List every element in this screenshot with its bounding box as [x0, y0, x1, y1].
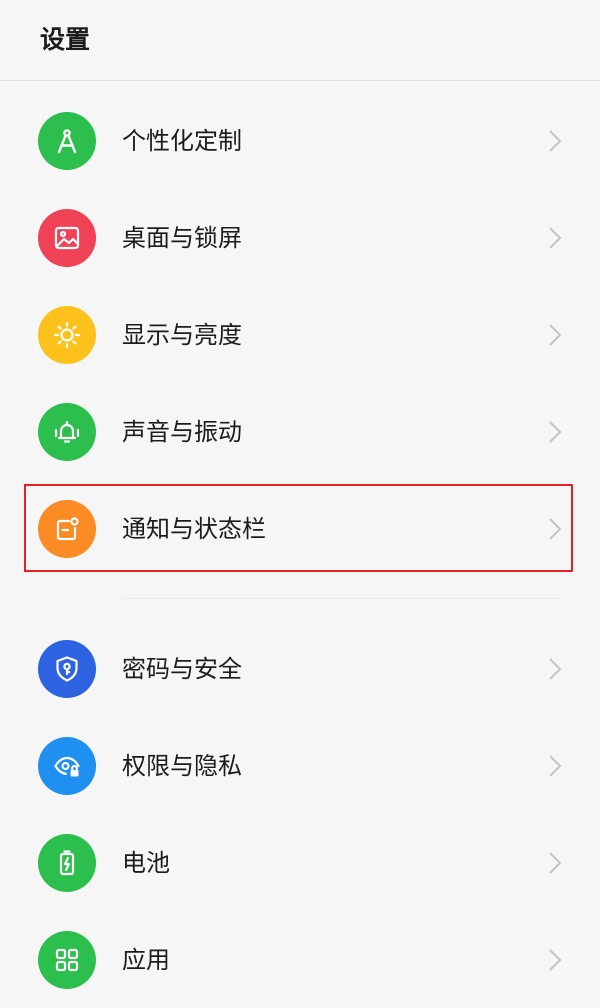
bell-vibrate-icon [38, 403, 96, 461]
settings-item-label: 权限与隐私 [122, 752, 242, 780]
settings-item-display-brightness[interactable]: 显示与亮度 [0, 287, 600, 383]
settings-item-desktop-lockscreen[interactable]: 桌面与锁屏 [0, 190, 600, 286]
settings-item-label: 显示与亮度 [122, 321, 242, 349]
settings-item-battery[interactable]: 电池 [0, 815, 600, 911]
apps-grid-icon [38, 931, 96, 989]
chevron-right-icon [549, 227, 562, 249]
settings-item-permissions-privacy[interactable]: 权限与隐私 [0, 718, 600, 814]
settings-item-label: 密码与安全 [122, 655, 242, 683]
page-title: 设置 [40, 25, 91, 54]
chevron-right-icon [549, 852, 562, 874]
sun-brightness-icon [38, 306, 96, 364]
wallpaper-image-icon [38, 209, 96, 267]
battery-charging-icon [38, 834, 96, 892]
chevron-right-icon [549, 949, 562, 971]
settings-item-label: 声音与振动 [122, 418, 242, 446]
chevron-right-icon [549, 755, 562, 777]
compass-icon [38, 112, 96, 170]
chevron-right-icon [549, 421, 562, 443]
settings-item-sound-vibration[interactable]: 声音与振动 [0, 384, 600, 480]
settings-item-label: 应用 [122, 946, 170, 974]
chevron-right-icon [549, 130, 562, 152]
chevron-right-icon [549, 324, 562, 346]
chevron-right-icon [549, 658, 562, 680]
highlight-box [24, 484, 573, 572]
settings-item-personalization[interactable]: 个性化定制 [0, 93, 600, 189]
settings-item-password-security[interactable]: 密码与安全 [0, 621, 600, 717]
shield-key-icon [38, 640, 96, 698]
header-bar: 设置 [0, 0, 600, 81]
section-divider [122, 598, 564, 599]
settings-item-label: 电池 [122, 849, 170, 877]
settings-item-apps[interactable]: 应用 [0, 912, 600, 1008]
settings-item-label: 桌面与锁屏 [122, 224, 242, 252]
settings-item-label: 个性化定制 [122, 127, 242, 155]
eye-lock-icon [38, 737, 96, 795]
